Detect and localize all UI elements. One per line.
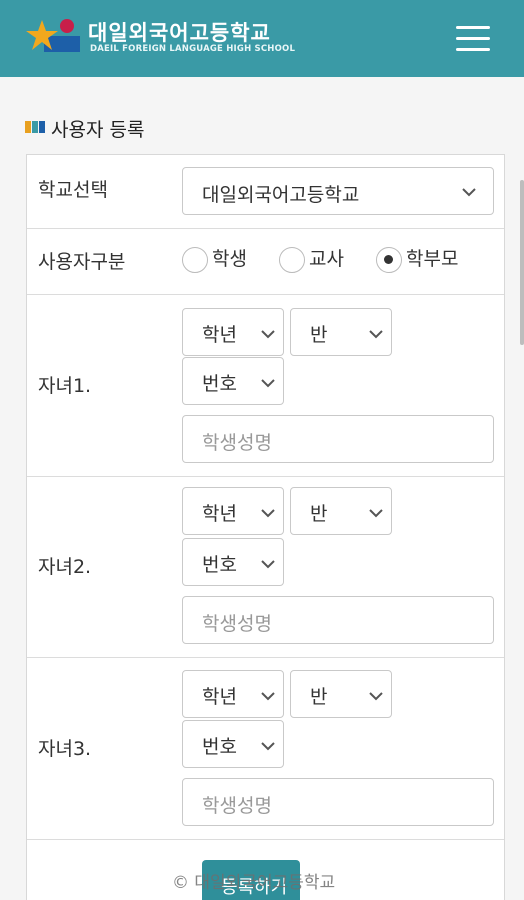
chevron-down-icon	[369, 692, 383, 701]
child-row-2: 자녀2. 학년 반 번호 학생성명	[27, 477, 504, 658]
radio-teacher-label: 교사	[309, 248, 344, 270]
chevron-down-icon	[261, 560, 275, 569]
grade-select[interactable]: 학년	[182, 308, 284, 356]
footer-copyright: © 대일외국어고등학교	[172, 873, 336, 893]
student-name-placeholder: 학생성명	[202, 795, 272, 817]
school-label: 학교선택	[38, 179, 108, 201]
student-name-input[interactable]: 학생성명	[182, 415, 494, 463]
class-select-value: 반	[310, 503, 328, 525]
school-row: 학교선택 대일외국어고등학교	[27, 155, 504, 229]
child-label: 자녀1.	[38, 375, 92, 397]
top-bar: 대일외국어고등학교 DAEIL FOREIGN LANGUAGE HIGH SC…	[0, 0, 524, 77]
grade-select-value: 학년	[202, 503, 237, 525]
child-label: 자녀3.	[38, 738, 92, 760]
child-row-3: 자녀3. 학년 반 번호 학생성명	[27, 658, 504, 840]
chevron-down-icon	[462, 188, 476, 197]
chevron-down-icon	[261, 330, 275, 339]
child-label: 자녀2.	[38, 556, 92, 578]
user-type-label: 사용자구분	[38, 251, 126, 273]
chevron-down-icon	[261, 509, 275, 518]
number-select[interactable]: 번호	[182, 720, 284, 768]
number-select-value: 번호	[202, 736, 237, 758]
section-color-icon	[25, 121, 45, 133]
grade-select[interactable]: 학년	[182, 487, 284, 535]
chevron-down-icon	[261, 379, 275, 388]
brand-title-en: DAEIL FOREIGN LANGUAGE HIGH SCHOOL	[90, 44, 296, 54]
user-type-row: 사용자구분 학생 교사 학부모	[27, 229, 504, 295]
grade-select[interactable]: 학년	[182, 670, 284, 718]
chevron-down-icon	[369, 509, 383, 518]
chevron-down-icon	[261, 692, 275, 701]
grade-select-value: 학년	[202, 686, 237, 708]
number-select-value: 번호	[202, 554, 237, 576]
scrollbar[interactable]	[520, 180, 524, 345]
class-select[interactable]: 반	[290, 308, 392, 356]
radio-parent-circle[interactable]	[376, 247, 402, 273]
student-name-input[interactable]: 학생성명	[182, 778, 494, 826]
school-select-value: 대일외국어고등학교	[202, 184, 360, 206]
student-name-input[interactable]: 학생성명	[182, 596, 494, 644]
brand-title-ko[interactable]: 대일외국어고등학교	[88, 17, 271, 47]
number-select[interactable]: 번호	[182, 357, 284, 405]
class-select[interactable]: 반	[290, 670, 392, 718]
number-select-value: 번호	[202, 373, 237, 395]
school-logo[interactable]	[24, 16, 84, 60]
class-select[interactable]: 반	[290, 487, 392, 535]
section-title: 사용자 등록	[51, 119, 145, 141]
radio-teacher-circle[interactable]	[279, 247, 305, 273]
student-name-placeholder: 학생성명	[202, 432, 272, 454]
registration-form: 학교선택 대일외국어고등학교 사용자구분 학생 교사 학부모 자녀1. 학년 반…	[26, 154, 505, 900]
student-name-placeholder: 학생성명	[202, 613, 272, 635]
radio-student-circle[interactable]	[182, 247, 208, 273]
hamburger-menu-icon[interactable]	[456, 26, 490, 52]
grade-select-value: 학년	[202, 324, 237, 346]
radio-student-label: 학생	[212, 248, 247, 270]
number-select[interactable]: 번호	[182, 538, 284, 586]
user-type-radio-group: 학생 교사 학부모	[182, 244, 502, 278]
class-select-value: 반	[310, 324, 328, 346]
child-row-1: 자녀1. 학년 반 번호 학생성명	[27, 295, 504, 477]
chevron-down-icon	[261, 742, 275, 751]
chevron-down-icon	[369, 330, 383, 339]
radio-parent-label: 학부모	[406, 248, 459, 270]
school-select[interactable]: 대일외국어고등학교	[182, 167, 494, 215]
class-select-value: 반	[310, 686, 328, 708]
